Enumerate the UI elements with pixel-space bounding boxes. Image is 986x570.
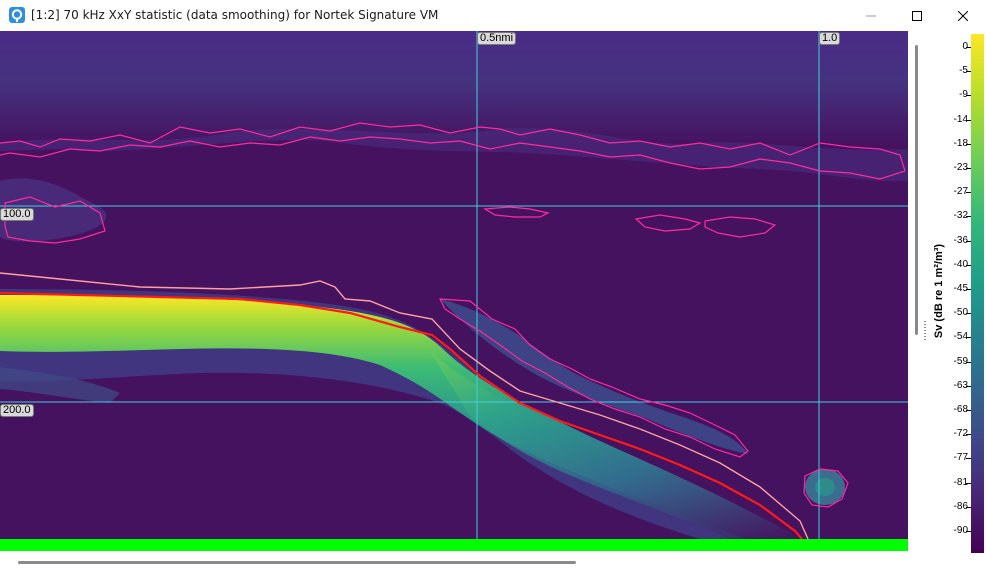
title-bar: [1:2] 70 kHz XxY statistic (data smoothi… — [0, 0, 986, 31]
colorbar-tick-mark — [966, 192, 971, 194]
colorbar-tick-label: -36 — [953, 234, 968, 246]
distance-marker: 1.0 — [819, 32, 841, 45]
minimize-button[interactable] — [848, 0, 894, 31]
colorbar-tick-mark — [966, 168, 971, 169]
colorbar-tick-mark — [966, 240, 971, 242]
close-icon — [958, 10, 968, 21]
horizontal-scrollbar[interactable] — [0, 556, 926, 570]
colorbar-tick-label: -63 — [953, 379, 968, 391]
colorbar-tick-mark — [966, 119, 971, 121]
colorbar-tick-mark — [966, 289, 971, 290]
echogram-image — [0, 31, 908, 539]
maximize-button[interactable] — [894, 0, 940, 31]
distance-marker: 0.5nmi — [477, 32, 517, 45]
colorbar-tick-label: -32 — [953, 210, 968, 222]
maximize-icon — [912, 10, 922, 21]
colorbar-tick-label: -27 — [953, 186, 968, 198]
app-icon — [9, 7, 25, 23]
colorbar-tick-label: -59 — [953, 355, 968, 367]
minimize-icon — [866, 15, 876, 16]
colorbar-tick-label: -5 — [959, 65, 968, 77]
colorbar-tick-label: -81 — [953, 476, 968, 488]
vertical-scroll-thumb[interactable] — [915, 45, 918, 335]
colorbar-tick-mark — [966, 506, 971, 508]
depth-marker: 200.0 — [0, 404, 34, 417]
colorbar-tick-mark — [966, 95, 971, 97]
colorbar-tick-label: -86 — [953, 500, 968, 512]
colorbar-tick-mark — [966, 434, 971, 436]
colorbar-tick-label: -50 — [953, 307, 968, 319]
colorbar-tick-label: -9 — [959, 89, 968, 101]
colorbar-panel: Sv (dB re 1 m²/m³) 0-5-9-14-18-23-27-32-… — [926, 31, 986, 557]
colorbar-tick-mark — [966, 264, 971, 266]
colorbar-tick-mark — [966, 47, 971, 48]
colorbar-tick-label: -68 — [953, 404, 968, 415]
colorbar-tick-mark — [966, 531, 971, 532]
colorbar-tick-mark — [966, 313, 971, 315]
vertical-scrollbar[interactable] — [908, 31, 926, 557]
colorbar-tick-label: -40 — [953, 258, 968, 270]
colorbar-tick-mark — [966, 143, 971, 145]
colorbar-tick-label: -18 — [953, 137, 968, 149]
colorbar-tick-mark — [966, 385, 971, 387]
colorbar-tick-label: -23 — [953, 162, 968, 173]
colorbar-tick-mark — [966, 361, 971, 363]
colorbar-tick-mark — [966, 482, 971, 484]
colorbar-tick-mark — [966, 458, 971, 460]
colorbar-tick-label: -14 — [953, 113, 968, 125]
colorbar-tick-label: -54 — [953, 331, 968, 343]
horizontal-scroll-thumb[interactable] — [18, 561, 576, 564]
colorbar-tick-label: 0 — [928, 41, 968, 52]
bad-data-bar — [0, 539, 908, 551]
colorbar-tick-mark — [966, 216, 971, 218]
colorbar-tick-label: -72 — [953, 428, 968, 440]
colorbar-tick-label: -45 — [953, 283, 968, 294]
colorbar-tick-mark — [966, 337, 971, 339]
colorbar-tick-label: -90 — [953, 525, 968, 536]
colorbar-scale — [971, 34, 984, 553]
colorbar-tick-mark — [966, 410, 971, 411]
window-title: [1:2] 70 kHz XxY statistic (data smoothi… — [31, 8, 439, 22]
depth-marker: 100.0 — [0, 208, 34, 221]
echogram-panel[interactable]: 0.5nmi 1.0 100.0 200.0 — [0, 31, 908, 539]
colorbar-tick-label: -77 — [953, 452, 968, 464]
colorbar-tick-mark — [966, 71, 971, 73]
close-button[interactable] — [940, 0, 986, 31]
